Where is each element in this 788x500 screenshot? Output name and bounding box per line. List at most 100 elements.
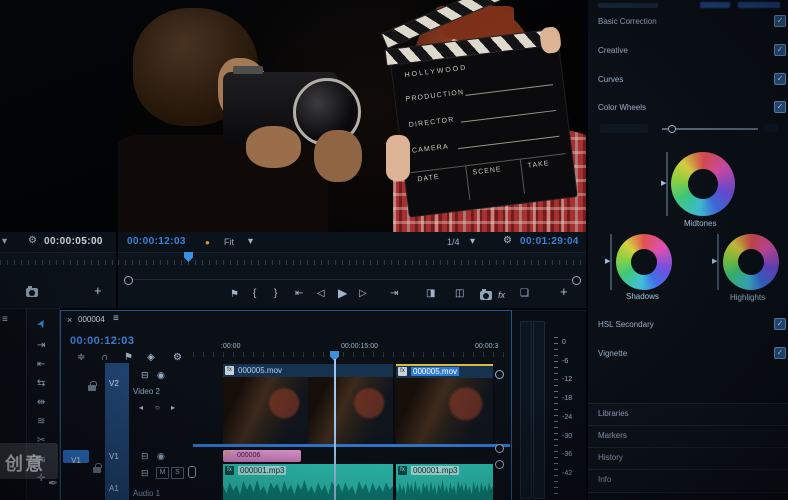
program-zoom-track[interactable] bbox=[124, 279, 580, 280]
v2-lock-icon[interactable] bbox=[88, 381, 97, 391]
nest-toggle-icon[interactable]: ≑ bbox=[77, 353, 85, 363]
v1-track-output-eye-icon[interactable]: ◉ bbox=[157, 451, 165, 461]
wheels-fader-track[interactable] bbox=[662, 128, 758, 130]
v2-sync-lock-icon[interactable]: ⊟ bbox=[141, 370, 149, 380]
zoom-handle-left[interactable] bbox=[124, 276, 133, 285]
keyframe-next-icon[interactable]: ▸ bbox=[171, 403, 175, 413]
v1-source-patch[interactable]: V1 bbox=[63, 450, 89, 465]
v1-lock-icon[interactable] bbox=[93, 463, 102, 473]
highlights-fader-handle[interactable]: ▶ bbox=[712, 258, 717, 265]
clip-edge-handle[interactable] bbox=[495, 460, 504, 469]
midtones-color-wheel[interactable] bbox=[671, 152, 735, 216]
play-button[interactable]: ▶ bbox=[338, 287, 347, 299]
timeline-timecode[interactable]: 00:00:12:03 bbox=[70, 335, 134, 347]
v1-track-label[interactable]: V1 bbox=[109, 452, 119, 461]
section-vignette[interactable]: Vignette bbox=[598, 349, 627, 358]
rate-stretch-tool[interactable]: ⇹ bbox=[37, 398, 45, 408]
program-settings-wrench-icon[interactable]: ⚙ bbox=[503, 236, 512, 246]
audio-clip-1[interactable]: fx 000001.mp3 bbox=[223, 464, 393, 500]
comparison-view-button[interactable]: ◫ bbox=[455, 289, 464, 299]
step-forward-button[interactable]: ▷ bbox=[359, 289, 367, 299]
vignette-checkbox[interactable]: ✓ bbox=[774, 347, 786, 359]
wheels-fader-value[interactable] bbox=[764, 124, 778, 132]
video-clip-2[interactable]: fx 000005.mov bbox=[396, 364, 494, 448]
mark-out-button[interactable]: } bbox=[274, 289, 277, 299]
creative-checkbox[interactable]: ✓ bbox=[774, 44, 786, 56]
timeline-ruler[interactable]: :00:00 00:00:15:00 00:00:3 bbox=[193, 339, 510, 357]
timeline-tab[interactable]: 000004 bbox=[78, 315, 105, 324]
clip-edge-handle[interactable] bbox=[495, 444, 504, 453]
wheels-fader-handle[interactable] bbox=[668, 125, 676, 133]
ripple-edit-tool[interactable]: ⇤ bbox=[37, 360, 45, 370]
go-to-in-button[interactable]: ⇤ bbox=[295, 289, 303, 299]
program-timecode[interactable]: 00:00:12:03 bbox=[127, 236, 186, 247]
tab-markers[interactable]: Markers bbox=[588, 425, 788, 448]
a1-mute-button[interactable]: M bbox=[156, 467, 169, 479]
v2-track-name[interactable]: Video 2 bbox=[133, 387, 160, 396]
program-duration[interactable]: 00:01:29:04 bbox=[520, 236, 579, 247]
playback-resolution-select[interactable]: 1/4 bbox=[447, 237, 460, 247]
keyframe-add-icon[interactable]: ○ bbox=[155, 403, 160, 413]
shadows-fader-handle[interactable]: ▶ bbox=[605, 258, 610, 265]
midtones-fader-handle[interactable]: ▶ bbox=[661, 180, 666, 187]
add-marker-button[interactable]: ⚑ bbox=[230, 290, 239, 300]
section-color-wheels[interactable]: Color Wheels bbox=[598, 103, 646, 112]
panel-menu-icon[interactable]: ≡ bbox=[2, 315, 8, 325]
mark-in-button[interactable]: { bbox=[253, 289, 256, 299]
timeline-tab-menu-icon[interactable]: ≡ bbox=[113, 314, 119, 324]
shadows-color-wheel[interactable] bbox=[616, 234, 672, 290]
source-scrub-bar[interactable] bbox=[0, 252, 116, 265]
section-hsl-secondary[interactable]: HSL Secondary bbox=[598, 320, 654, 329]
source-add-button[interactable]: + bbox=[94, 284, 102, 297]
tab-history[interactable]: History bbox=[588, 447, 788, 470]
keyframe-prev-icon[interactable]: ◂ bbox=[139, 403, 143, 413]
audio-clip-2[interactable]: fx 000001.mp3 bbox=[396, 464, 493, 500]
zoom-handle-right[interactable] bbox=[572, 276, 581, 285]
timeline-settings-wrench-icon[interactable]: ⚙ bbox=[173, 353, 182, 363]
a1-voiceover-mic-icon[interactable] bbox=[188, 466, 196, 478]
go-to-out-button[interactable]: ⇥ bbox=[390, 289, 398, 299]
source-timecode[interactable]: 00:00:05:00 bbox=[44, 236, 103, 247]
timeline-tab-close-icon[interactable]: × bbox=[67, 315, 72, 325]
step-back-button[interactable]: ◁ bbox=[317, 289, 325, 299]
fx-badge-button[interactable]: fx bbox=[498, 290, 505, 300]
highlights-color-wheel[interactable] bbox=[723, 234, 779, 290]
track-select-forward-tool[interactable]: ⇥ bbox=[37, 341, 45, 351]
graphic-clip[interactable]: fx 000006 bbox=[223, 450, 301, 462]
section-creative[interactable]: Creative bbox=[598, 46, 628, 55]
hsl-secondary-checkbox[interactable]: ✓ bbox=[774, 318, 786, 330]
a1-solo-button[interactable]: S bbox=[171, 467, 184, 479]
proxy-toggle-button[interactable]: ❏ bbox=[520, 289, 529, 299]
source-settings-caret-icon[interactable]: ▾ bbox=[2, 237, 7, 247]
color-wheels-checkbox[interactable]: ✓ bbox=[774, 101, 786, 113]
selection-tool[interactable]: ➤ bbox=[34, 316, 50, 331]
clip-edge-handle[interactable] bbox=[495, 370, 504, 379]
tab-info[interactable]: Info bbox=[588, 469, 788, 493]
basic-correction-checkbox[interactable]: ✓ bbox=[774, 15, 786, 27]
a1-track-name[interactable]: Audio 1 bbox=[133, 489, 160, 498]
video-clip-1[interactable]: fx 000005.mov bbox=[223, 364, 394, 446]
rolling-edit-tool[interactable]: ⇆ bbox=[37, 379, 45, 389]
tab-libraries[interactable]: Libraries bbox=[588, 403, 788, 426]
zoom-level-select[interactable]: Fit bbox=[224, 237, 234, 247]
remix-tool[interactable]: ≋ bbox=[37, 417, 45, 427]
resolution-caret-icon[interactable]: ▾ bbox=[470, 237, 475, 247]
v2-track-label[interactable]: V2 bbox=[109, 379, 119, 388]
v2-track-output-eye-icon[interactable]: ◉ bbox=[157, 370, 165, 380]
source-export-frame-icon[interactable] bbox=[26, 286, 38, 297]
source-settings-wrench-icon[interactable]: ⚙ bbox=[28, 236, 37, 246]
section-curves[interactable]: Curves bbox=[598, 75, 623, 84]
program-add-button[interactable]: + bbox=[560, 285, 568, 298]
v1-sync-lock-icon[interactable]: ⊟ bbox=[141, 451, 149, 461]
a1-track-label[interactable]: A1 bbox=[109, 484, 119, 493]
snap-icon[interactable]: ∩ bbox=[101, 353, 108, 363]
curves-checkbox[interactable]: ✓ bbox=[774, 73, 786, 85]
pen-tool[interactable]: ✒ bbox=[48, 477, 58, 489]
timeline-display-grid-icon[interactable]: ◈ bbox=[147, 353, 155, 363]
timeline-add-marker-icon[interactable]: ⚑ bbox=[124, 353, 133, 363]
zoom-level-caret-icon[interactable]: ▾ bbox=[248, 237, 253, 247]
a1-sync-lock-icon[interactable]: ⊟ bbox=[141, 468, 149, 478]
insert-button[interactable]: ◨ bbox=[426, 289, 435, 299]
section-basic-correction[interactable]: Basic Correction bbox=[598, 17, 657, 26]
export-frame-button[interactable] bbox=[480, 289, 492, 300]
